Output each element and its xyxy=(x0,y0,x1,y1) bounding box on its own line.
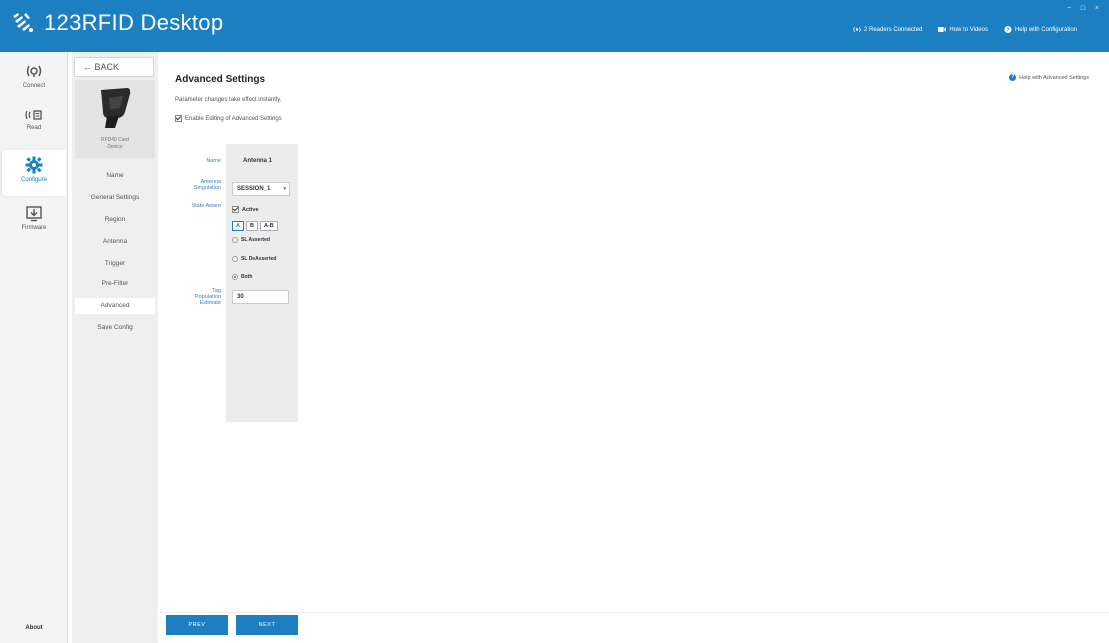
readers-connected-link[interactable]: 2 Readers Connected xyxy=(853,26,922,33)
subnav-item-general-settings[interactable]: General Settings xyxy=(72,190,158,206)
tag-population-label: Tag Population Estimate xyxy=(161,288,221,306)
antenna-panel: Antenna 1 SESSION_1 ▾ Active A B A-B SL … xyxy=(226,144,298,422)
nav-firmware[interactable]: Firmware xyxy=(0,206,68,231)
name-label: Name xyxy=(206,158,221,164)
radio-sl-asserted[interactable]: SL Asserted xyxy=(232,237,270,243)
app-header: 123RFID Desktop 2 Readers Connected How … xyxy=(0,0,1109,52)
active-row[interactable]: Active xyxy=(232,206,259,213)
enable-editing-row[interactable]: Enable Editing of Advanced Settings xyxy=(175,115,282,122)
nav-configure-label: Configure xyxy=(20,177,47,183)
svg-text:?: ? xyxy=(1006,27,1009,33)
device-name: RFD40 Card Device xyxy=(75,137,155,151)
radio-sl-asserted-label: SL Asserted xyxy=(241,237,270,243)
singulation-label-line2: Singulation xyxy=(193,185,221,191)
back-button[interactable]: ← BACK xyxy=(74,57,154,77)
nav-read[interactable]: Read xyxy=(0,108,68,131)
segment-b-button[interactable]: B xyxy=(245,221,258,231)
help-configuration-text: Help with Configuration xyxy=(1014,26,1077,33)
footer-bar: PREV NEXT xyxy=(160,612,1109,643)
read-icon xyxy=(25,110,42,120)
rfid-device-image xyxy=(101,88,131,128)
gear-icon xyxy=(25,156,43,174)
segment-ab-button[interactable]: A-B xyxy=(259,221,278,231)
nav-connect-label: Connect xyxy=(22,83,46,89)
nav-configure[interactable]: Configure xyxy=(2,150,66,196)
main-content: Advanced Settings Parameter changes take… xyxy=(160,52,1109,612)
how-to-videos-text: How to Videos xyxy=(949,26,988,33)
active-label: Active xyxy=(242,206,259,213)
help-advanced-text: Help with Advanced Settings xyxy=(1019,74,1089,81)
antenna-name: Antenna 1 xyxy=(243,158,273,164)
readers-connected-text: 2 Readers Connected xyxy=(864,26,923,33)
subnav-item-name[interactable]: Name xyxy=(72,168,158,184)
state-aware-label: State Aware xyxy=(191,203,221,209)
radio-both[interactable]: Both xyxy=(232,274,252,280)
page-description: Parameter changes take effect instantly. xyxy=(175,97,282,103)
radio-sl-deasserted[interactable]: SL DeAsserted xyxy=(232,256,276,262)
device-name-line2: Device xyxy=(107,144,123,150)
radio-both-circle[interactable] xyxy=(232,274,238,280)
chevron-down-icon: ▾ xyxy=(283,186,286,192)
next-button[interactable]: NEXT xyxy=(236,615,298,635)
app-title: 123RFID Desktop xyxy=(44,10,224,35)
singulation-select-value: SESSION_1 xyxy=(237,186,271,192)
radio-sl-deasserted-label: SL DeAsserted xyxy=(241,256,277,262)
radio-both-label: Both xyxy=(241,274,253,280)
subnav-item-advanced[interactable]: Advanced xyxy=(75,298,155,314)
subnav-item-region[interactable]: Region xyxy=(72,212,158,228)
nav-connect[interactable]: Connect xyxy=(0,64,68,89)
subnav-item-save-config[interactable]: Save Config xyxy=(72,320,158,336)
page-title: Advanced Settings xyxy=(175,74,266,85)
enable-editing-checkbox[interactable] xyxy=(175,115,182,122)
window-controls: − □ × xyxy=(1061,5,1103,13)
nav-firmware-label: Firmware xyxy=(21,225,47,231)
header-links: 2 Readers Connected How to Videos ? Help… xyxy=(837,26,1077,33)
help-advanced-link[interactable]: ? Help with Advanced Settings xyxy=(1009,74,1089,81)
about-link[interactable]: About xyxy=(0,625,68,631)
active-checkbox[interactable] xyxy=(232,206,239,213)
help-icon: ? xyxy=(1004,26,1012,33)
config-subnav: ← BACK RFD40 Card Device Name General Se… xyxy=(72,52,158,643)
prev-button[interactable]: PREV xyxy=(166,615,228,635)
subnav-item-pre-filter[interactable]: Pre-Filter xyxy=(72,276,158,292)
zebra-logo-icon xyxy=(13,13,33,32)
connect-icon xyxy=(26,65,42,77)
help-configuration-link[interactable]: ? Help with Configuration xyxy=(1004,26,1077,33)
radio-sl-asserted-circle[interactable] xyxy=(232,237,238,243)
tag-population-input[interactable]: 30 xyxy=(232,290,289,304)
nav-read-label: Read xyxy=(26,125,42,131)
radio-sl-deasserted-circle[interactable] xyxy=(232,256,238,262)
antenna-singulation-label: Antenna Singulation xyxy=(161,179,221,191)
segment-a-button[interactable]: A xyxy=(232,221,244,231)
subnav-item-antenna[interactable]: Antenna xyxy=(72,234,158,250)
video-camera-icon xyxy=(938,27,947,32)
singulation-select[interactable]: SESSION_1 ▾ xyxy=(232,182,290,196)
tag-pop-label-line3: Estimate xyxy=(199,300,221,306)
left-nav: Connect Read Configure Firmware About xyxy=(0,52,68,643)
app-logo: 123RFID Desktop xyxy=(10,10,223,36)
close-button[interactable]: × xyxy=(1091,5,1103,13)
subnav-item-trigger[interactable]: Trigger xyxy=(72,256,158,272)
how-to-videos-link[interactable]: How to Videos xyxy=(938,26,988,33)
firmware-download-icon xyxy=(26,206,42,222)
maximize-button[interactable]: □ xyxy=(1077,5,1089,13)
reader-connected-icon xyxy=(853,26,861,33)
target-segment: A B A-B xyxy=(232,221,280,231)
help-icon: ? xyxy=(1009,74,1017,81)
minimize-button[interactable]: − xyxy=(1063,5,1075,13)
device-name-line1: RFD40 Card xyxy=(100,137,130,143)
device-card: RFD40 Card Device xyxy=(75,80,155,158)
enable-editing-label: Enable Editing of Advanced Settings xyxy=(185,115,282,122)
